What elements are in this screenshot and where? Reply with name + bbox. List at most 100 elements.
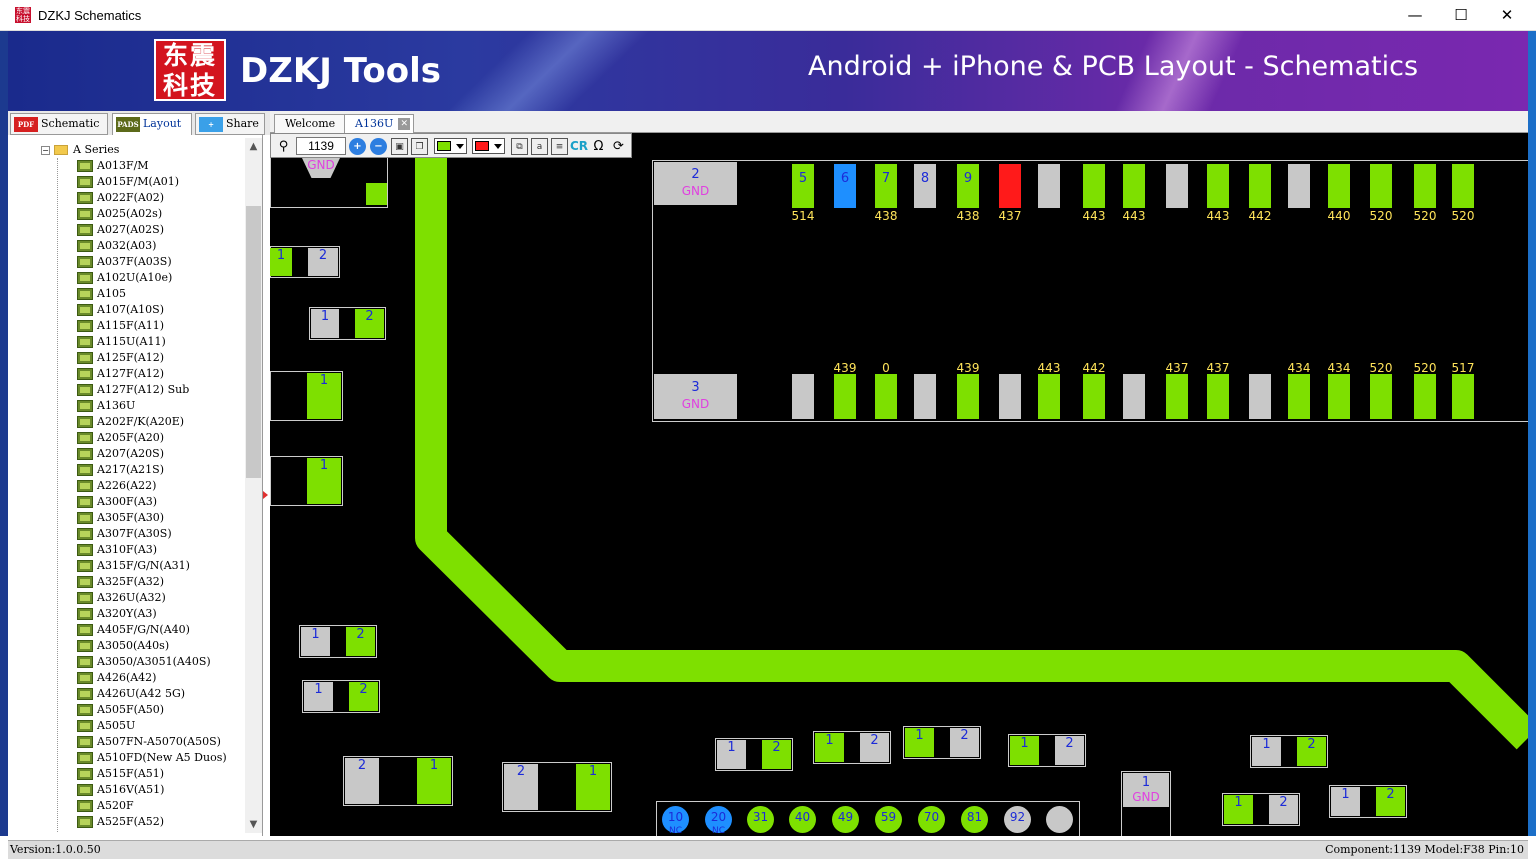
connector-pad[interactable] <box>1123 164 1145 208</box>
pad-2[interactable]: 2 <box>346 627 375 656</box>
connector-pad[interactable] <box>1452 374 1474 419</box>
pad-2[interactable]: 2 <box>762 740 791 769</box>
tree-item[interactable]: A305F(A30) <box>77 510 227 526</box>
fit-icon[interactable]: ▣ <box>391 138 408 155</box>
pad-2[interactable]: 2 <box>349 682 378 711</box>
ball-pad[interactable] <box>1046 806 1073 833</box>
tree-item[interactable]: A107(A10S) <box>77 302 227 318</box>
copy-icon[interactable]: ❐ <box>411 138 428 155</box>
collapse-icon[interactable]: − <box>41 145 50 155</box>
tree-item[interactable]: A105 <box>77 286 227 302</box>
pad-2[interactable]: 2 <box>1269 795 1298 824</box>
pad-2[interactable]: 2 <box>345 758 379 804</box>
ball-pad[interactable]: 20 NC <box>705 806 732 836</box>
pad-1[interactable]: 1 <box>304 682 333 711</box>
tree-item[interactable]: A115F(A11) <box>77 318 227 334</box>
tree-item[interactable]: A115U(A11) <box>77 334 227 350</box>
tab-a136u[interactable]: A136U ✕ <box>344 114 415 134</box>
tree-item[interactable]: A520F <box>77 798 227 814</box>
connector-pad[interactable]: 6 <box>834 164 856 208</box>
connector-pad[interactable] <box>1123 374 1145 419</box>
pad-1[interactable]: 1 <box>1010 736 1039 765</box>
pcb-canvas[interactable]: GND 1 2 1 2 1 1 2 GND 3 GND 5 514 6 7 438 8 9 438… <box>270 133 1528 836</box>
rotate-icon[interactable]: ⟳ <box>610 138 627 155</box>
tree-item[interactable]: A325F(A32) <box>77 574 227 590</box>
tree-item[interactable]: A505U <box>77 718 227 734</box>
gnd-pad-2[interactable]: 2 GND <box>654 162 737 205</box>
maximize-button[interactable]: ☐ <box>1438 0 1484 31</box>
pad-1[interactable]: 1 <box>301 627 330 656</box>
connector-pad[interactable]: 9 <box>957 164 979 208</box>
pad-2[interactable]: 2 <box>355 309 384 338</box>
pad-1[interactable]: 1 <box>1331 787 1360 816</box>
tree-item[interactable]: A516V(A51) <box>77 782 227 798</box>
tree-item[interactable]: A507FN-A5070(A50S) <box>77 734 227 750</box>
tab-layout[interactable]: PADS Layout <box>112 113 192 135</box>
list-icon[interactable]: ≡ <box>551 138 568 155</box>
connector-pad[interactable] <box>1288 374 1310 419</box>
ball-pad[interactable]: 81 <box>961 806 988 833</box>
tree-item[interactable]: A022F(A02) <box>77 190 227 206</box>
pad-2[interactable]: 2 <box>1297 737 1326 766</box>
tree-item[interactable]: A505F(A50) <box>77 702 227 718</box>
connector-pad[interactable] <box>834 374 856 419</box>
text-icon[interactable]: a <box>531 138 548 155</box>
pad-2[interactable]: 2 <box>308 248 338 276</box>
connector-pad[interactable] <box>792 374 814 419</box>
minimize-button[interactable]: — <box>1392 0 1438 31</box>
connector-pad[interactable] <box>1083 374 1105 419</box>
connector-pad[interactable] <box>1370 164 1392 208</box>
connector-pad[interactable] <box>1038 164 1060 208</box>
tree-item[interactable]: A202F/K(A20E) <box>77 414 227 430</box>
tree-item[interactable]: A320Y(A3) <box>77 606 227 622</box>
tree-item[interactable]: A102U(A10e) <box>77 270 227 286</box>
connector-pad[interactable] <box>1414 374 1436 419</box>
pad-2[interactable]: 2 <box>504 764 538 810</box>
tree-item[interactable]: A127F(A12) Sub <box>77 382 227 398</box>
connector-pad[interactable] <box>1166 374 1188 419</box>
tree-item[interactable]: A426U(A42 5G) <box>77 686 227 702</box>
pad-2[interactable]: 2 <box>1055 736 1084 765</box>
tab-welcome[interactable]: Welcome <box>274 114 347 134</box>
tree-item[interactable]: A515F(A51) <box>77 766 227 782</box>
connector-pad[interactable] <box>1370 374 1392 419</box>
connector-pad[interactable] <box>1414 164 1436 208</box>
connector-pad[interactable] <box>1328 374 1350 419</box>
connector-pad[interactable] <box>1249 164 1271 208</box>
tree-item[interactable]: A037F(A03S) <box>77 254 227 270</box>
ball-pad[interactable]: 92 <box>1004 806 1031 833</box>
ball-pad[interactable]: 10 NC <box>662 806 689 836</box>
pad-1[interactable]: 1 <box>307 458 341 504</box>
scroll-up-icon[interactable]: ▲ <box>245 138 262 155</box>
select-color-picker[interactable] <box>472 138 505 154</box>
tree-item[interactable]: A125F(A12) <box>77 350 227 366</box>
connector-pad[interactable] <box>875 374 897 419</box>
pad-1[interactable]: 1 <box>270 248 292 276</box>
pad-2[interactable]: 2 <box>1376 787 1405 816</box>
connector-pad[interactable] <box>957 374 979 419</box>
pad-2[interactable]: 2 <box>950 728 979 757</box>
model-tree[interactable]: − A Series A013F/M A015F/M(A01) A022F(A02) A… <box>8 138 245 833</box>
tree-item[interactable]: A226(A22) <box>77 478 227 494</box>
tree-item[interactable]: A127F(A12) <box>77 366 227 382</box>
layers-icon[interactable]: ⧉ <box>511 138 528 155</box>
close-button[interactable]: ✕ <box>1484 0 1530 31</box>
ball-pad[interactable]: 40 <box>789 806 816 833</box>
gnd-pad-1[interactable]: 1 GND <box>1123 773 1169 807</box>
tree-item[interactable]: A426(A42) <box>77 670 227 686</box>
pad-1[interactable]: 1 <box>815 733 844 762</box>
connector-pad[interactable] <box>1038 374 1060 419</box>
tree-item[interactable]: A3050/A3051(A40S) <box>77 654 227 670</box>
pad[interactable] <box>366 183 387 205</box>
tree-item[interactable]: A525F(A52) <box>77 814 227 830</box>
connector-pad[interactable] <box>1328 164 1350 208</box>
tree-item[interactable]: A310F(A3) <box>77 542 227 558</box>
connector-pad[interactable] <box>914 374 936 419</box>
connector-pad[interactable] <box>1083 164 1105 208</box>
pad-1[interactable]: 1 <box>307 373 341 419</box>
tab-share[interactable]: + Share <box>195 113 265 135</box>
gnd-pad-3[interactable]: 3 GND <box>654 374 737 419</box>
connector-pad[interactable]: 7 <box>875 164 897 208</box>
tree-item[interactable]: A3050(A40s) <box>77 638 227 654</box>
close-tab-icon[interactable]: ✕ <box>398 118 411 130</box>
